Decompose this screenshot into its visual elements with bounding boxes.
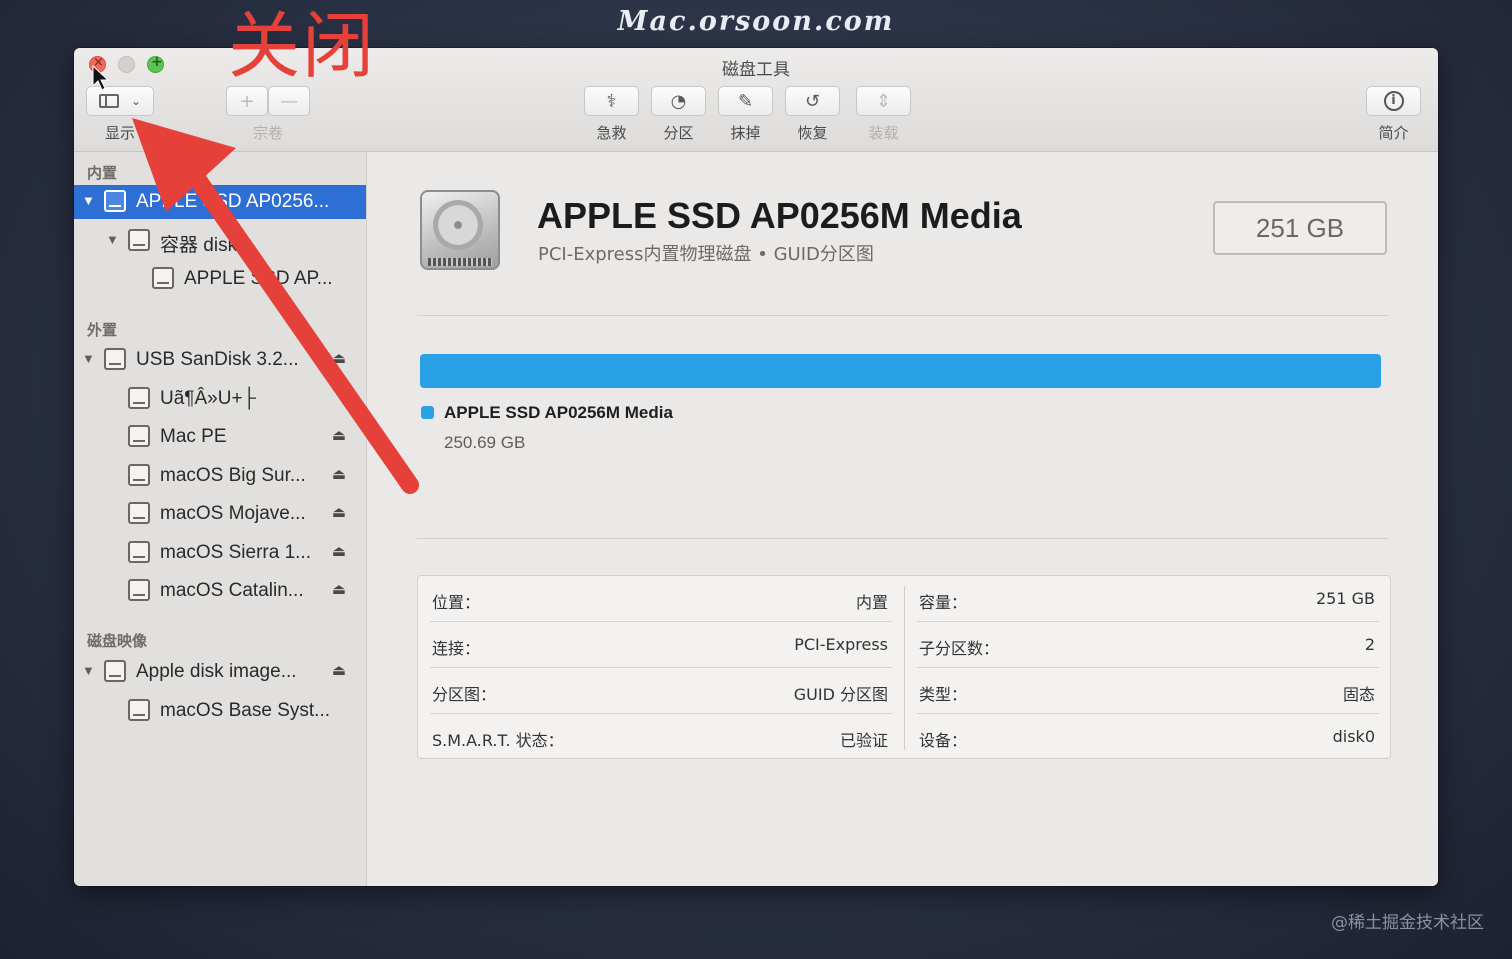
corner-watermark: @稀土掘金技术社区	[1331, 913, 1484, 933]
cursor-icon	[92, 64, 110, 91]
arrow-shaft	[189, 171, 419, 494]
annotation-arrow	[92, 64, 419, 494]
